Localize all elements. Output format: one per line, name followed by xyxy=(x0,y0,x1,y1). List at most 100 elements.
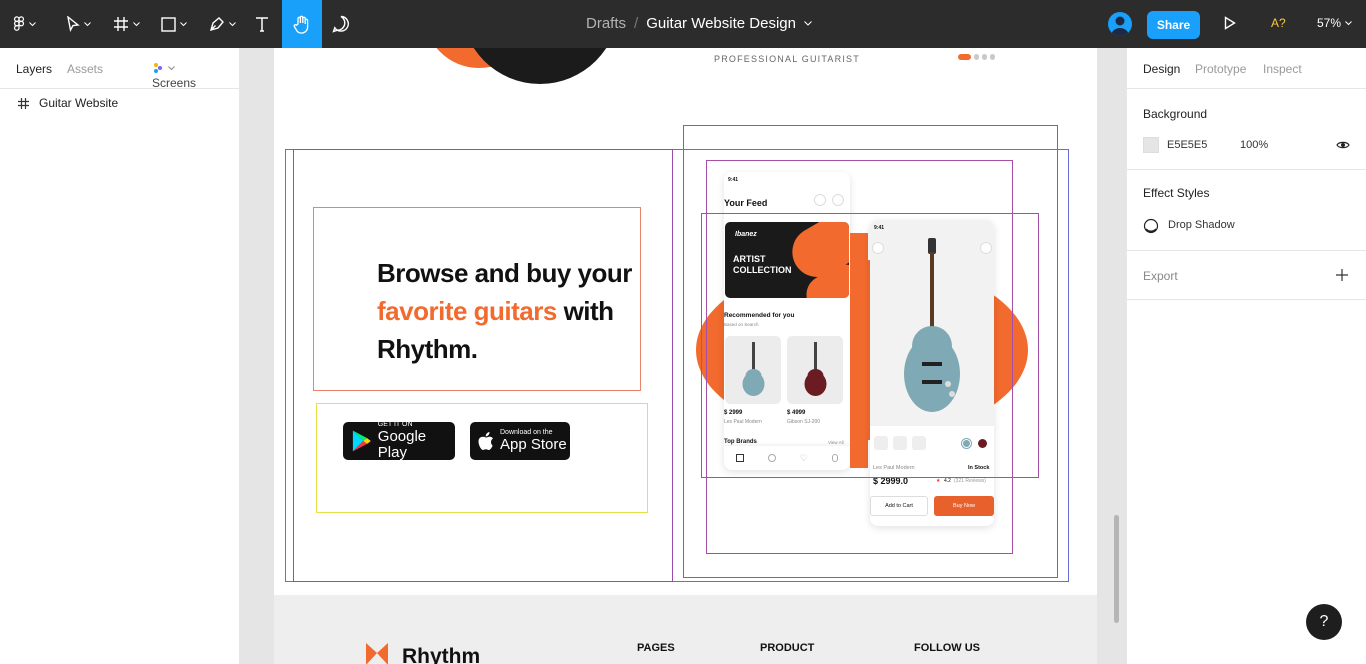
favorite-button[interactable] xyxy=(980,242,992,254)
color-swatch-blue[interactable] xyxy=(962,439,971,448)
feed-title: Your Feed xyxy=(724,198,768,208)
google-play-badge[interactable]: GET IT ON Google Play xyxy=(343,421,455,461)
background-color-hex[interactable]: E5E5E5 xyxy=(1167,139,1207,151)
product-name: Les Paul Modern xyxy=(873,465,915,471)
file-name-title[interactable]: Guitar Website Design xyxy=(646,15,796,32)
cursor-arrow-icon xyxy=(66,16,80,32)
canvas-scrollbar[interactable] xyxy=(1114,515,1119,623)
effect-styles-title: Effect Styles xyxy=(1143,186,1210,200)
website-footer: Rhythm PAGES PRODUCT FOLLOW US xyxy=(274,595,1097,664)
effect-styles-section: Effect Styles Drop Shadow xyxy=(1127,170,1366,251)
thumbnail[interactable] xyxy=(874,436,888,450)
orange-strip xyxy=(850,233,868,468)
phone-product-mockup[interactable]: 9:41 Les Paul Modern In Stock $ 2999.0 ★… xyxy=(870,220,994,526)
home-icon[interactable] xyxy=(735,454,744,462)
shape-tool-button[interactable] xyxy=(152,0,196,48)
heart-icon[interactable]: ♡ xyxy=(800,453,808,464)
tab-design[interactable]: Design xyxy=(1143,62,1180,76)
carousel-dot[interactable] xyxy=(990,54,995,60)
hand-icon xyxy=(293,15,309,34)
bottom-nav: ♡ xyxy=(724,446,850,470)
blue-guitar-icon xyxy=(742,342,765,396)
breadcrumb-drafts-link[interactable]: Drafts xyxy=(586,15,626,32)
add-to-cart-button[interactable]: Add to Cart xyxy=(870,496,928,516)
recommended-title: Recommended for you xyxy=(724,312,795,319)
buy-now-button[interactable]: Buy Now xyxy=(934,496,994,516)
phone1-status-time: 9:41 xyxy=(728,177,739,183)
back-button[interactable] xyxy=(872,242,884,254)
artist-collection-banner[interactable]: Ibanez ARTIST COLLECTION xyxy=(725,222,849,298)
hand-tool-button[interactable] xyxy=(282,0,322,48)
pen-icon xyxy=(209,17,224,32)
product-card-1[interactable] xyxy=(725,336,781,404)
carousel-dot[interactable] xyxy=(982,54,987,60)
phone-feed-mockup[interactable]: 9:41 Your Feed Ibanez ARTIST COLLECTION … xyxy=(724,172,850,470)
help-button[interactable]: ? xyxy=(1306,604,1342,640)
headline-accent: favorite guitars xyxy=(377,296,557,326)
zoom-dropdown[interactable]: 57% xyxy=(1317,16,1352,30)
footer-product-heading: PRODUCT xyxy=(760,642,815,654)
tab-assets[interactable]: Assets xyxy=(67,62,103,76)
thumbnail[interactable] xyxy=(893,436,907,450)
figma-logo-icon xyxy=(13,16,24,31)
background-color-swatch[interactable] xyxy=(1143,137,1159,153)
access-indicator[interactable]: A? xyxy=(1271,16,1286,30)
play-icon xyxy=(1224,16,1236,30)
background-title: Background xyxy=(1143,107,1208,121)
file-menu-chevron-icon[interactable] xyxy=(804,21,812,26)
add-export-plus-icon[interactable] xyxy=(1336,269,1348,281)
footer-follow-heading: FOLLOW US xyxy=(914,642,980,654)
profile-icon[interactable] xyxy=(831,454,838,462)
right-panel-tabs: Design Prototype Inspect xyxy=(1127,48,1366,89)
carousel-dot-active[interactable] xyxy=(958,54,971,60)
app-store-badge[interactable]: Download on the App Store xyxy=(470,422,570,460)
left-panel-tabs: Layers Assets Screens xyxy=(0,48,239,90)
share-button[interactable]: Share xyxy=(1147,11,1200,39)
top-toolbar: Drafts / Guitar Website Design Share A? … xyxy=(0,0,1366,48)
app-store-label: App Store xyxy=(500,436,567,453)
product2-name: Gibson SJ-200 xyxy=(787,419,821,425)
phone2-status-time: 9:41 xyxy=(874,225,885,231)
design-canvas[interactable]: PROFESSIONAL GUITARIST Browse and buy yo… xyxy=(240,48,1126,664)
frame-icon xyxy=(18,97,29,109)
chevron-down-icon xyxy=(83,21,91,26)
comment-bubble-icon xyxy=(332,15,349,33)
user-avatar[interactable] xyxy=(1108,12,1132,36)
breadcrumb-separator: / xyxy=(634,15,639,32)
recommended-subtitle: Based on Search xyxy=(724,322,759,327)
product-card-2[interactable] xyxy=(787,336,843,404)
comment-tool-button[interactable] xyxy=(326,0,356,48)
rhythm-logo-icon xyxy=(366,643,388,664)
hero-subtitle: PROFESSIONAL GUITARIST xyxy=(714,54,860,64)
frame-tool-button[interactable] xyxy=(104,0,148,48)
guitar-website-frame[interactable]: PROFESSIONAL GUITARIST Browse and buy yo… xyxy=(274,48,1097,595)
page-selector[interactable]: Screens xyxy=(152,62,196,90)
carousel-dot[interactable] xyxy=(974,54,979,60)
layer-item-guitar-website[interactable]: Guitar Website xyxy=(18,96,118,110)
notification-icon[interactable] xyxy=(814,194,826,206)
present-button[interactable] xyxy=(1224,16,1236,35)
cart-icon[interactable] xyxy=(832,194,844,206)
view-all-link[interactable]: View All xyxy=(828,440,844,445)
pen-tool-button[interactable] xyxy=(200,0,244,48)
product2-price: $ 4999 xyxy=(787,410,806,416)
search-icon[interactable] xyxy=(767,454,776,462)
eye-icon[interactable] xyxy=(1336,140,1350,150)
user-silhouette-icon xyxy=(1111,16,1129,36)
tab-layers[interactable]: Layers xyxy=(16,62,52,76)
color-swatch-red[interactable] xyxy=(978,439,987,448)
tab-prototype[interactable]: Prototype xyxy=(1195,62,1246,76)
carousel-dots[interactable] xyxy=(958,54,995,60)
effect-style-item[interactable]: Drop Shadow xyxy=(1168,219,1235,231)
figma-menu-button[interactable] xyxy=(0,0,48,48)
google-play-label: Google Play xyxy=(377,428,427,461)
thumbnail[interactable] xyxy=(912,436,926,450)
zoom-level: 57% xyxy=(1317,16,1342,30)
background-opacity[interactable]: 100% xyxy=(1240,139,1268,151)
red-guitar-icon xyxy=(804,342,827,396)
move-tool-button[interactable] xyxy=(56,0,100,48)
frame-hash-icon xyxy=(113,17,128,31)
text-tool-button[interactable] xyxy=(248,0,276,48)
tab-inspect[interactable]: Inspect xyxy=(1263,62,1302,76)
product1-price: $ 2999 xyxy=(724,410,743,416)
